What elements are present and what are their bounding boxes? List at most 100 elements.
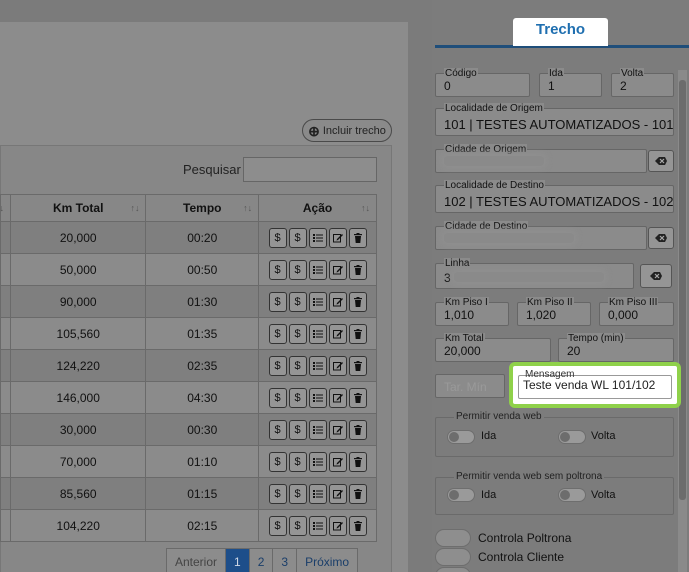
dollar-icon[interactable]: $ bbox=[268, 227, 287, 248]
km-total-cell: 124,220 bbox=[9, 349, 147, 382]
mensagem-value: Teste venda WL 101/102 bbox=[523, 378, 656, 392]
column-header-tempo[interactable]: Tempo ↑↓ bbox=[145, 194, 260, 222]
linha-field[interactable]: Linha 3 bbox=[435, 258, 634, 289]
pagination-page-2[interactable]: 2 bbox=[250, 549, 274, 572]
column-header-hidden[interactable]: ↑↓ bbox=[0, 194, 11, 222]
table-row: 30,000 00:30 $ $ bbox=[0, 413, 377, 446]
edit-icon[interactable] bbox=[328, 355, 347, 376]
dollar-icon[interactable]: $ bbox=[268, 483, 287, 504]
dollar-icon[interactable]: $ bbox=[288, 451, 307, 472]
cidade-destino-field[interactable]: Cidade de Destino bbox=[435, 221, 647, 250]
clear-linha-button[interactable] bbox=[640, 264, 672, 288]
clear-cidade-destino-button[interactable] bbox=[648, 227, 674, 249]
dollar-icon[interactable]: $ bbox=[288, 515, 307, 536]
acao-cell: $ $ bbox=[258, 253, 377, 286]
sort-icon: ↑↓ bbox=[361, 203, 370, 213]
edit-icon[interactable] bbox=[328, 387, 347, 408]
localidade-destino-field[interactable]: Localidade de Destino 102 | TESTES AUTOM… bbox=[435, 180, 674, 213]
dollar-icon[interactable]: $ bbox=[268, 323, 287, 344]
dollar-icon[interactable]: $ bbox=[288, 291, 307, 312]
list-icon[interactable] bbox=[308, 483, 327, 504]
list-icon[interactable] bbox=[308, 259, 327, 280]
clear-cidade-origem-button[interactable] bbox=[648, 150, 674, 172]
km-total-field[interactable]: Km Total 20,000 bbox=[435, 333, 551, 362]
trash-icon[interactable] bbox=[348, 451, 367, 472]
list-icon[interactable] bbox=[308, 227, 327, 248]
trash-icon[interactable] bbox=[348, 483, 367, 504]
tempo-min-field[interactable]: Tempo (min) 20 bbox=[558, 333, 674, 362]
trash-icon[interactable] bbox=[348, 515, 367, 536]
trash-icon[interactable] bbox=[348, 291, 367, 312]
venda-web-sem-poltrona-ida-label: Ida bbox=[481, 489, 497, 501]
edit-icon[interactable] bbox=[328, 483, 347, 504]
cidade-origem-label: Cidade de Origem bbox=[444, 144, 528, 155]
dollar-icon[interactable]: $ bbox=[268, 451, 287, 472]
dollar-icon[interactable]: $ bbox=[288, 355, 307, 376]
edit-icon[interactable] bbox=[328, 227, 347, 248]
controla-cliente-toggle[interactable] bbox=[435, 548, 471, 566]
codigo-field[interactable]: Código 0 bbox=[435, 68, 530, 97]
dollar-icon[interactable]: $ bbox=[288, 227, 307, 248]
edit-icon[interactable] bbox=[328, 419, 347, 440]
dollar-icon[interactable]: $ bbox=[288, 419, 307, 440]
edit-icon[interactable] bbox=[328, 515, 347, 536]
venda-web-sem-poltrona-label: Permitir venda web sem poltrona bbox=[454, 471, 605, 482]
mensagem-field[interactable]: Mensagem Teste venda WL 101/102 bbox=[509, 362, 681, 408]
km-piso-3-field[interactable]: Km Piso III 0,000 bbox=[599, 297, 674, 326]
controla-poltrona-toggle[interactable] bbox=[435, 529, 471, 547]
trash-icon[interactable] bbox=[348, 227, 367, 248]
trash-icon[interactable] bbox=[348, 419, 367, 440]
cidade-origem-field[interactable]: Cidade de Origem bbox=[435, 144, 647, 173]
dollar-icon[interactable]: $ bbox=[268, 515, 287, 536]
pagination-page-3[interactable]: 3 bbox=[273, 549, 298, 572]
dollar-icon[interactable]: $ bbox=[288, 483, 307, 504]
list-icon[interactable] bbox=[308, 291, 327, 312]
km-piso-2-field[interactable]: Km Piso II 1,020 bbox=[517, 297, 591, 326]
pagination-page-1[interactable]: 1 bbox=[226, 549, 250, 572]
volta-field[interactable]: Volta 2 bbox=[611, 68, 674, 97]
edit-icon[interactable] bbox=[328, 451, 347, 472]
venda-web-sem-poltrona-volta-toggle[interactable] bbox=[558, 488, 586, 502]
pagination-prev[interactable]: Anterior bbox=[167, 549, 227, 572]
dollar-icon[interactable]: $ bbox=[268, 355, 287, 376]
dollar-icon[interactable]: $ bbox=[268, 259, 287, 280]
extra-toggle[interactable] bbox=[435, 567, 471, 572]
pagination-next[interactable]: Próximo bbox=[297, 549, 357, 572]
trash-icon[interactable] bbox=[348, 387, 367, 408]
trash-icon[interactable] bbox=[348, 259, 367, 280]
include-trecho-button[interactable]: ⊕ Incluir trecho bbox=[302, 119, 392, 142]
venda-web-ida-toggle[interactable] bbox=[447, 430, 475, 444]
trash-icon[interactable] bbox=[348, 355, 367, 376]
edit-icon[interactable] bbox=[328, 259, 347, 280]
list-icon[interactable] bbox=[308, 323, 327, 344]
venda-web-sem-poltrona-ida-toggle[interactable] bbox=[447, 488, 475, 502]
edit-icon[interactable] bbox=[328, 323, 347, 344]
eraser-icon bbox=[655, 157, 667, 165]
venda-web-volta-toggle[interactable] bbox=[558, 430, 586, 444]
edit-icon[interactable] bbox=[328, 291, 347, 312]
tab-trecho[interactable]: Trecho bbox=[513, 18, 608, 46]
dollar-icon[interactable]: $ bbox=[268, 291, 287, 312]
list-icon[interactable] bbox=[308, 515, 327, 536]
tar-min-field[interactable]: Tar. Mín bbox=[435, 374, 505, 398]
km-piso-1-field[interactable]: Km Piso I 1,010 bbox=[435, 297, 509, 326]
list-icon[interactable] bbox=[308, 387, 327, 408]
list-icon[interactable] bbox=[308, 355, 327, 376]
trash-icon[interactable] bbox=[348, 323, 367, 344]
dollar-icon[interactable]: $ bbox=[268, 387, 287, 408]
list-icon[interactable] bbox=[308, 419, 327, 440]
dollar-icon[interactable]: $ bbox=[288, 323, 307, 344]
dollar-icon[interactable]: $ bbox=[288, 387, 307, 408]
column-header-acao[interactable]: Ação ↑↓ bbox=[258, 194, 377, 222]
localidade-origem-field[interactable]: Localidade de Origem 101 | TESTES AUTOMA… bbox=[435, 103, 674, 136]
scrollbar-thumb[interactable] bbox=[679, 80, 686, 500]
search-input[interactable] bbox=[243, 157, 377, 182]
dollar-icon[interactable]: $ bbox=[268, 419, 287, 440]
list-icon[interactable] bbox=[308, 451, 327, 472]
dollar-icon[interactable]: $ bbox=[288, 259, 307, 280]
column-header-km-total[interactable]: Km Total ↑↓ bbox=[9, 194, 147, 222]
ida-field[interactable]: Ida 1 bbox=[539, 68, 602, 97]
table-row: 20,000 00:20 $ $ bbox=[0, 221, 377, 254]
form-scrollbar[interactable] bbox=[678, 70, 687, 572]
km-piso-2-value: 1,020 bbox=[526, 308, 557, 322]
